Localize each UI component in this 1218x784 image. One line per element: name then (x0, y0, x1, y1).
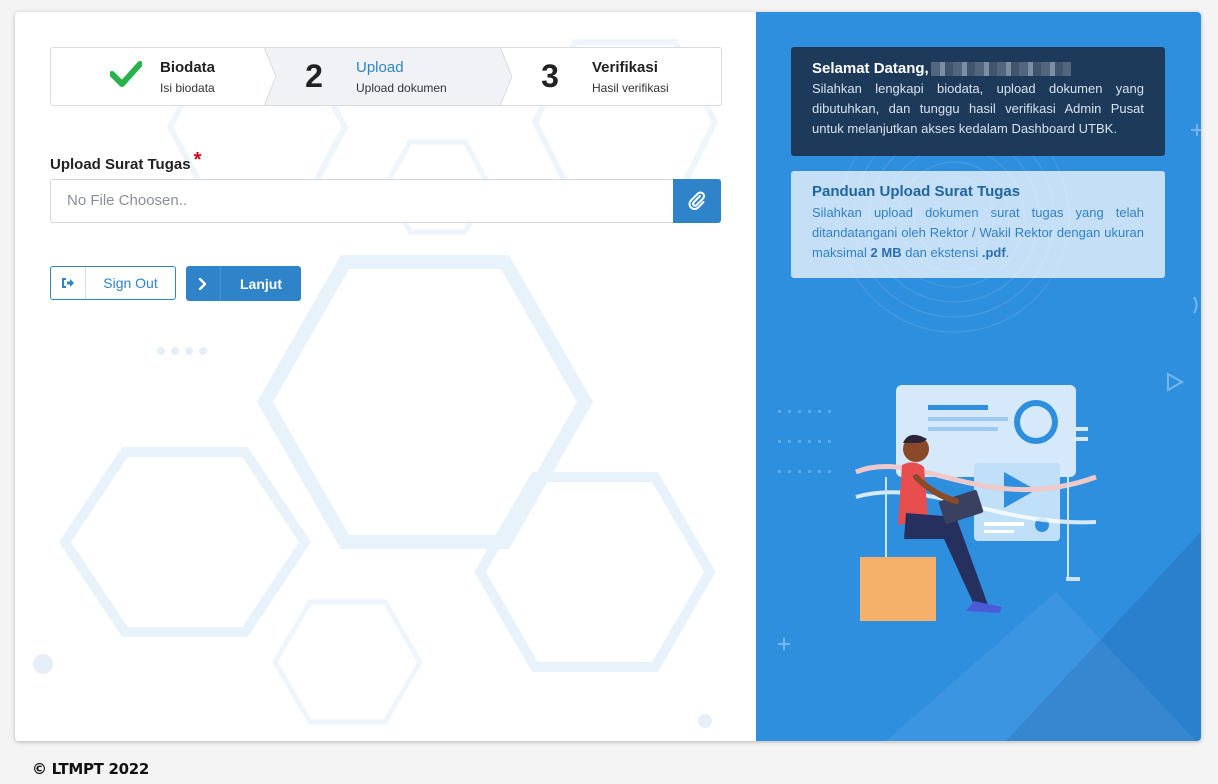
chevron-right-icon (186, 266, 221, 301)
right-panel: Selamat Datang, Silahkan lengkapi biodat… (756, 12, 1201, 741)
step-separator (500, 48, 512, 105)
hexagon-background (33, 39, 719, 728)
step-separator (264, 48, 276, 105)
check-icon (109, 61, 143, 87)
left-panel: Biodata Isi biodata 2 Upload Upload doku… (15, 12, 756, 741)
redacted-username (930, 61, 1071, 76)
guide-text-before: Silahkan upload dokumen surat tugas yang… (812, 205, 1144, 260)
stepper: Biodata Isi biodata 2 Upload Upload doku… (50, 47, 722, 106)
guide-box: Panduan Upload Surat Tugas Silahkan uplo… (791, 171, 1165, 278)
welcome-title-text: Selamat Datang, (812, 60, 929, 77)
step-subtitle: Upload dokumen (356, 80, 447, 95)
step-biodata[interactable]: Biodata Isi biodata (51, 48, 276, 105)
file-input[interactable]: No File Choosen.. (50, 179, 673, 223)
guide-text: Silahkan upload dokumen surat tugas yang… (812, 203, 1144, 263)
welcome-title: Selamat Datang, (812, 60, 1144, 77)
guide-size: 2 MB (870, 245, 902, 260)
sign-out-icon (51, 267, 86, 299)
required-mark: * (193, 149, 202, 171)
upload-label-text: Upload Surat Tugas (50, 156, 191, 173)
guide-text-mid: dan ekstensi (905, 245, 979, 260)
step-title: Biodata (160, 58, 216, 76)
guide-title: Panduan Upload Surat Tugas (812, 183, 1021, 200)
footer-copyright: © LTMPT 2022 (32, 760, 150, 778)
step-title: Upload (356, 58, 404, 76)
step-subtitle: Isi biodata (160, 80, 215, 95)
file-placeholder: No File Choosen.. (67, 192, 188, 209)
welcome-box: Selamat Datang, Silahkan lengkapi biodat… (791, 47, 1165, 156)
attach-file-button[interactable] (673, 179, 721, 223)
step-verifikasi[interactable]: 3 Verifikasi Hasil verifikasi (500, 48, 721, 105)
step-number: 2 (305, 58, 323, 94)
person-laptop-illustration (855, 385, 1097, 621)
next-label: Lanjut (240, 275, 282, 292)
step-number: 3 (541, 58, 559, 94)
next-button[interactable]: Lanjut (186, 266, 301, 301)
welcome-text: Silahkan lengkapi biodata, upload dokume… (812, 81, 1144, 136)
step-number (96, 58, 156, 95)
sign-out-label: Sign Out (103, 275, 158, 291)
guide-ext: .pdf (981, 245, 1006, 260)
upload-label: Upload Surat Tugas * (50, 149, 202, 175)
step-title: Verifikasi (592, 58, 658, 76)
guide-text-end: . (1005, 245, 1010, 260)
sign-out-button[interactable]: Sign Out (50, 266, 176, 300)
main-card: Biodata Isi biodata 2 Upload Upload doku… (15, 12, 1201, 741)
step-subtitle: Hasil verifikasi (592, 80, 669, 95)
step-upload[interactable]: 2 Upload Upload dokumen (264, 48, 512, 105)
paperclip-icon (688, 191, 706, 210)
